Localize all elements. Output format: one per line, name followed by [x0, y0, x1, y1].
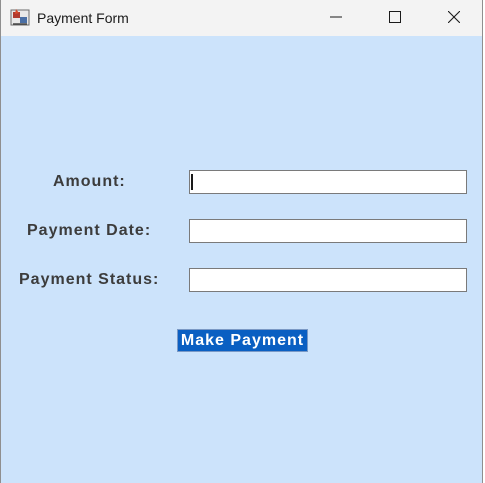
payment-form-window: Payment Form Amount: Payment Date: Payme…: [0, 0, 483, 483]
close-icon: [448, 11, 460, 23]
payment-status-label: Payment Status:: [19, 271, 160, 288]
amount-label: Amount:: [53, 173, 126, 190]
maximize-button[interactable]: [372, 0, 418, 34]
payment-date-label: Payment Date:: [27, 222, 152, 239]
text-caret: [191, 174, 193, 190]
window-title: Payment Form: [37, 10, 129, 26]
maximize-icon: [389, 11, 401, 23]
minimize-button[interactable]: [313, 0, 359, 34]
form-panel: Amount: Payment Date: Payment Status: Ma…: [1, 36, 482, 483]
amount-field[interactable]: [189, 170, 467, 194]
payment-date-field[interactable]: [189, 219, 467, 243]
minimize-icon: [330, 16, 342, 18]
title-bar[interactable]: Payment Form: [1, 0, 482, 36]
make-payment-button[interactable]: Make Payment: [177, 329, 308, 352]
close-button[interactable]: [431, 0, 477, 34]
java-app-icon: [10, 7, 30, 27]
payment-status-field[interactable]: [189, 268, 467, 292]
